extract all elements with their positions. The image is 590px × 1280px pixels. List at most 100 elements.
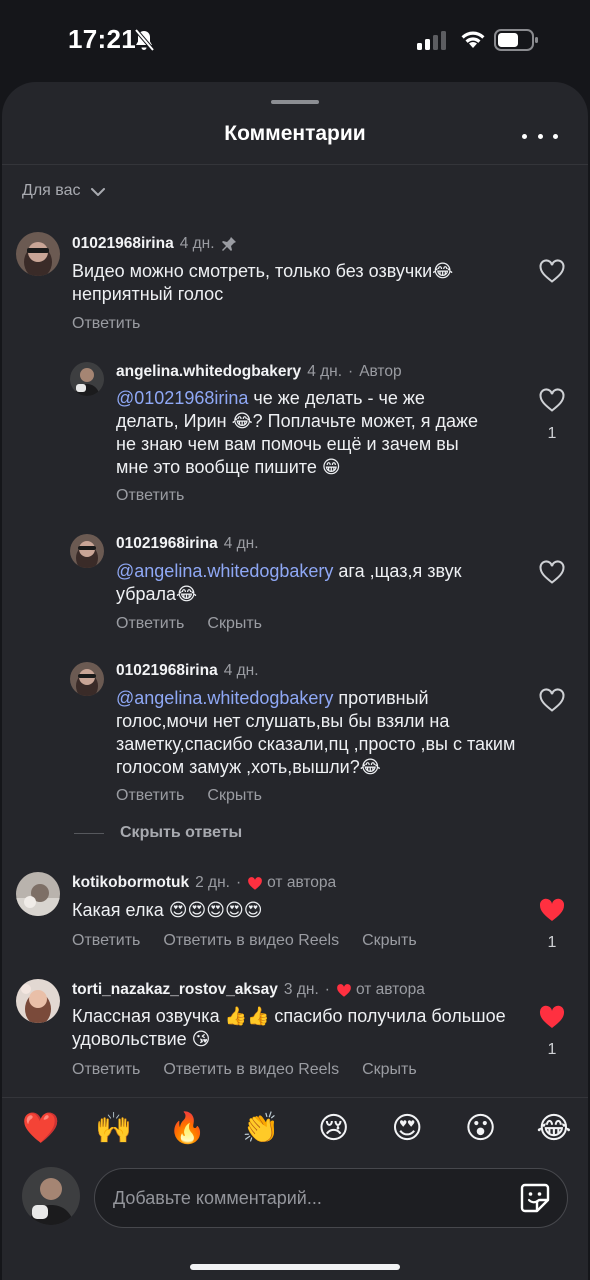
thread-line bbox=[74, 832, 104, 834]
avatar[interactable] bbox=[16, 979, 60, 1023]
reply-button[interactable]: Ответить bbox=[116, 615, 184, 633]
comment-username[interactable]: kotikobormotuk bbox=[72, 874, 189, 892]
liked-by-author-badge: от автора bbox=[336, 981, 425, 999]
status-bar: 17:21 bbox=[0, 0, 590, 80]
comment-text: @angelina.whitedogbakery ага ,щаз,я звук… bbox=[116, 560, 516, 606]
comments-sheet: Комментарии Для вас 01021968irina 4 дн. … bbox=[2, 82, 588, 1280]
avatar[interactable] bbox=[70, 534, 104, 568]
heart-outline-icon[interactable] bbox=[538, 258, 566, 284]
heart-outline-icon[interactable] bbox=[538, 559, 566, 585]
avatar[interactable] bbox=[70, 362, 104, 396]
composer-avatar bbox=[22, 1167, 80, 1225]
mention-link[interactable]: @angelina.whitedogbakery bbox=[116, 688, 333, 708]
separator-dot: · bbox=[348, 363, 354, 380]
hide-replies-button[interactable]: Скрыть ответы bbox=[74, 824, 242, 842]
reply-in-reels-button[interactable]: Ответить в видео Reels bbox=[163, 932, 339, 950]
reply-button[interactable]: Ответить bbox=[72, 315, 140, 333]
comment-username[interactable]: 01021968irina bbox=[116, 535, 218, 553]
like-count: 1 bbox=[547, 425, 557, 442]
comment-username[interactable]: angelina.whitedogbakery bbox=[116, 363, 301, 381]
avatar[interactable] bbox=[16, 232, 60, 276]
from-author-label: от автора bbox=[267, 874, 337, 891]
chevron-down-icon bbox=[90, 187, 105, 196]
reply-in-reels-button[interactable]: Ответить в видео Reels bbox=[163, 1061, 339, 1079]
comment-input[interactable]: Добавьте комментарий... bbox=[94, 1168, 568, 1228]
reaction-raised-hands[interactable]: 🙌 bbox=[95, 1111, 132, 1147]
comment-actions: Ответить Скрыть bbox=[116, 787, 262, 805]
comment-username[interactable]: torti_nazakaz_rostov_aksay bbox=[72, 981, 278, 999]
reaction-divider bbox=[2, 1097, 588, 1098]
comment-text: Классная озвучка 👍👍 спасибо получила бол… bbox=[72, 1006, 506, 1049]
reaction-laugh[interactable]: 😂 bbox=[536, 1111, 572, 1147]
wifi-icon bbox=[461, 31, 485, 48]
separator-dot: · bbox=[324, 981, 330, 998]
comment-time: 4 дн. bbox=[223, 662, 259, 679]
mention-link[interactable]: @01021968irina bbox=[116, 388, 248, 408]
signal-icon bbox=[417, 31, 446, 50]
more-options-icon[interactable] bbox=[522, 122, 558, 150]
home-indicator[interactable] bbox=[190, 1264, 400, 1270]
reaction-clap[interactable]: 👏 bbox=[242, 1111, 279, 1147]
comment-actions: Ответить Ответить в видео Reels Скрыть bbox=[72, 1061, 417, 1079]
hide-button[interactable]: Скрыть bbox=[207, 615, 262, 633]
comment-text: Видео можно смотреть, только без озвучки… bbox=[72, 261, 454, 304]
hide-button[interactable]: Скрыть bbox=[362, 1061, 417, 1079]
reaction-fire[interactable]: 🔥 bbox=[169, 1111, 206, 1147]
separator-dot: · bbox=[235, 874, 242, 891]
comment-actions: Ответить bbox=[116, 487, 184, 505]
comment-meta: torti_nazakaz_rostov_aksay 3 дн. · от ав… bbox=[72, 981, 425, 999]
liked-by-author-badge: от автора bbox=[247, 874, 336, 892]
comment-time: 4 дн. bbox=[307, 363, 343, 380]
reaction-bar: ❤️ 🙌 🔥 👏 😢 😍 😮 😂 bbox=[22, 1111, 572, 1147]
comment-time: 2 дн. bbox=[195, 874, 230, 891]
reaction-crying[interactable]: 😢 bbox=[316, 1111, 352, 1147]
heart-filled-icon[interactable] bbox=[538, 897, 566, 923]
pin-icon bbox=[221, 237, 236, 251]
heart-filled-icon bbox=[337, 983, 351, 997]
author-badge: Автор bbox=[359, 363, 402, 380]
reply-button[interactable]: Ответить bbox=[116, 487, 184, 505]
comment-input-placeholder: Добавьте комментарий... bbox=[113, 1187, 322, 1208]
reaction-heart[interactable]: ❤️ bbox=[22, 1111, 59, 1147]
reaction-wow[interactable]: 😮 bbox=[463, 1111, 499, 1147]
sheet-grabber[interactable] bbox=[271, 100, 319, 104]
avatar[interactable] bbox=[16, 872, 60, 916]
sheet-title: Комментарии bbox=[224, 122, 366, 145]
filter-dropdown[interactable]: Для вас bbox=[22, 182, 105, 200]
comment-meta: 01021968irina 4 дн. bbox=[72, 235, 237, 253]
header-divider bbox=[2, 164, 588, 165]
heart-outline-icon[interactable] bbox=[538, 687, 566, 713]
comment-text: @angelina.whitedogbakery противный голос… bbox=[116, 687, 516, 779]
comment-actions: Ответить Ответить в видео Reels Скрыть bbox=[72, 932, 417, 950]
heart-filled-icon bbox=[248, 876, 263, 890]
comment-text: Какая елка 😍😍😍😍😍 bbox=[72, 900, 263, 920]
reaction-heart-eyes[interactable]: 😍 bbox=[389, 1111, 425, 1147]
comment-meta: 01021968irina 4 дн. bbox=[116, 662, 259, 680]
heart-outline-icon[interactable] bbox=[538, 387, 566, 413]
status-time: 17:21 bbox=[68, 24, 136, 54]
comment-username[interactable]: 01021968irina bbox=[72, 235, 174, 253]
comment-meta: 01021968irina 4 дн. bbox=[116, 535, 259, 553]
reply-button[interactable]: Ответить bbox=[116, 787, 184, 805]
hide-button[interactable]: Скрыть bbox=[207, 787, 262, 805]
reply-button[interactable]: Ответить bbox=[72, 1061, 140, 1079]
heart-filled-icon[interactable] bbox=[538, 1004, 566, 1030]
comment-time: 4 дн. bbox=[179, 235, 215, 252]
hide-button[interactable]: Скрыть bbox=[362, 932, 417, 950]
comment-text: @01021968irina че же делать - че же дела… bbox=[116, 387, 486, 479]
like-count: 1 bbox=[547, 1041, 557, 1058]
hide-replies-label: Скрыть ответы bbox=[120, 824, 243, 841]
like-count: 1 bbox=[547, 934, 557, 951]
sticker-icon[interactable] bbox=[519, 1182, 551, 1214]
comment-meta: kotikobormotuk 2 дн. · от автора bbox=[72, 874, 336, 892]
mention-link[interactable]: @angelina.whitedogbakery bbox=[116, 561, 333, 581]
comment-username[interactable]: 01021968irina bbox=[116, 662, 218, 680]
filter-label: Для вас bbox=[22, 182, 81, 199]
comment-time: 3 дн. bbox=[283, 981, 319, 998]
comment-actions: Ответить bbox=[72, 315, 140, 333]
avatar[interactable] bbox=[70, 662, 104, 696]
reply-button[interactable]: Ответить bbox=[72, 932, 140, 950]
comment-time: 4 дн. bbox=[223, 535, 259, 552]
comment-meta: angelina.whitedogbakery 4 дн. · Автор bbox=[116, 363, 402, 381]
bell-slash-icon bbox=[134, 28, 155, 52]
